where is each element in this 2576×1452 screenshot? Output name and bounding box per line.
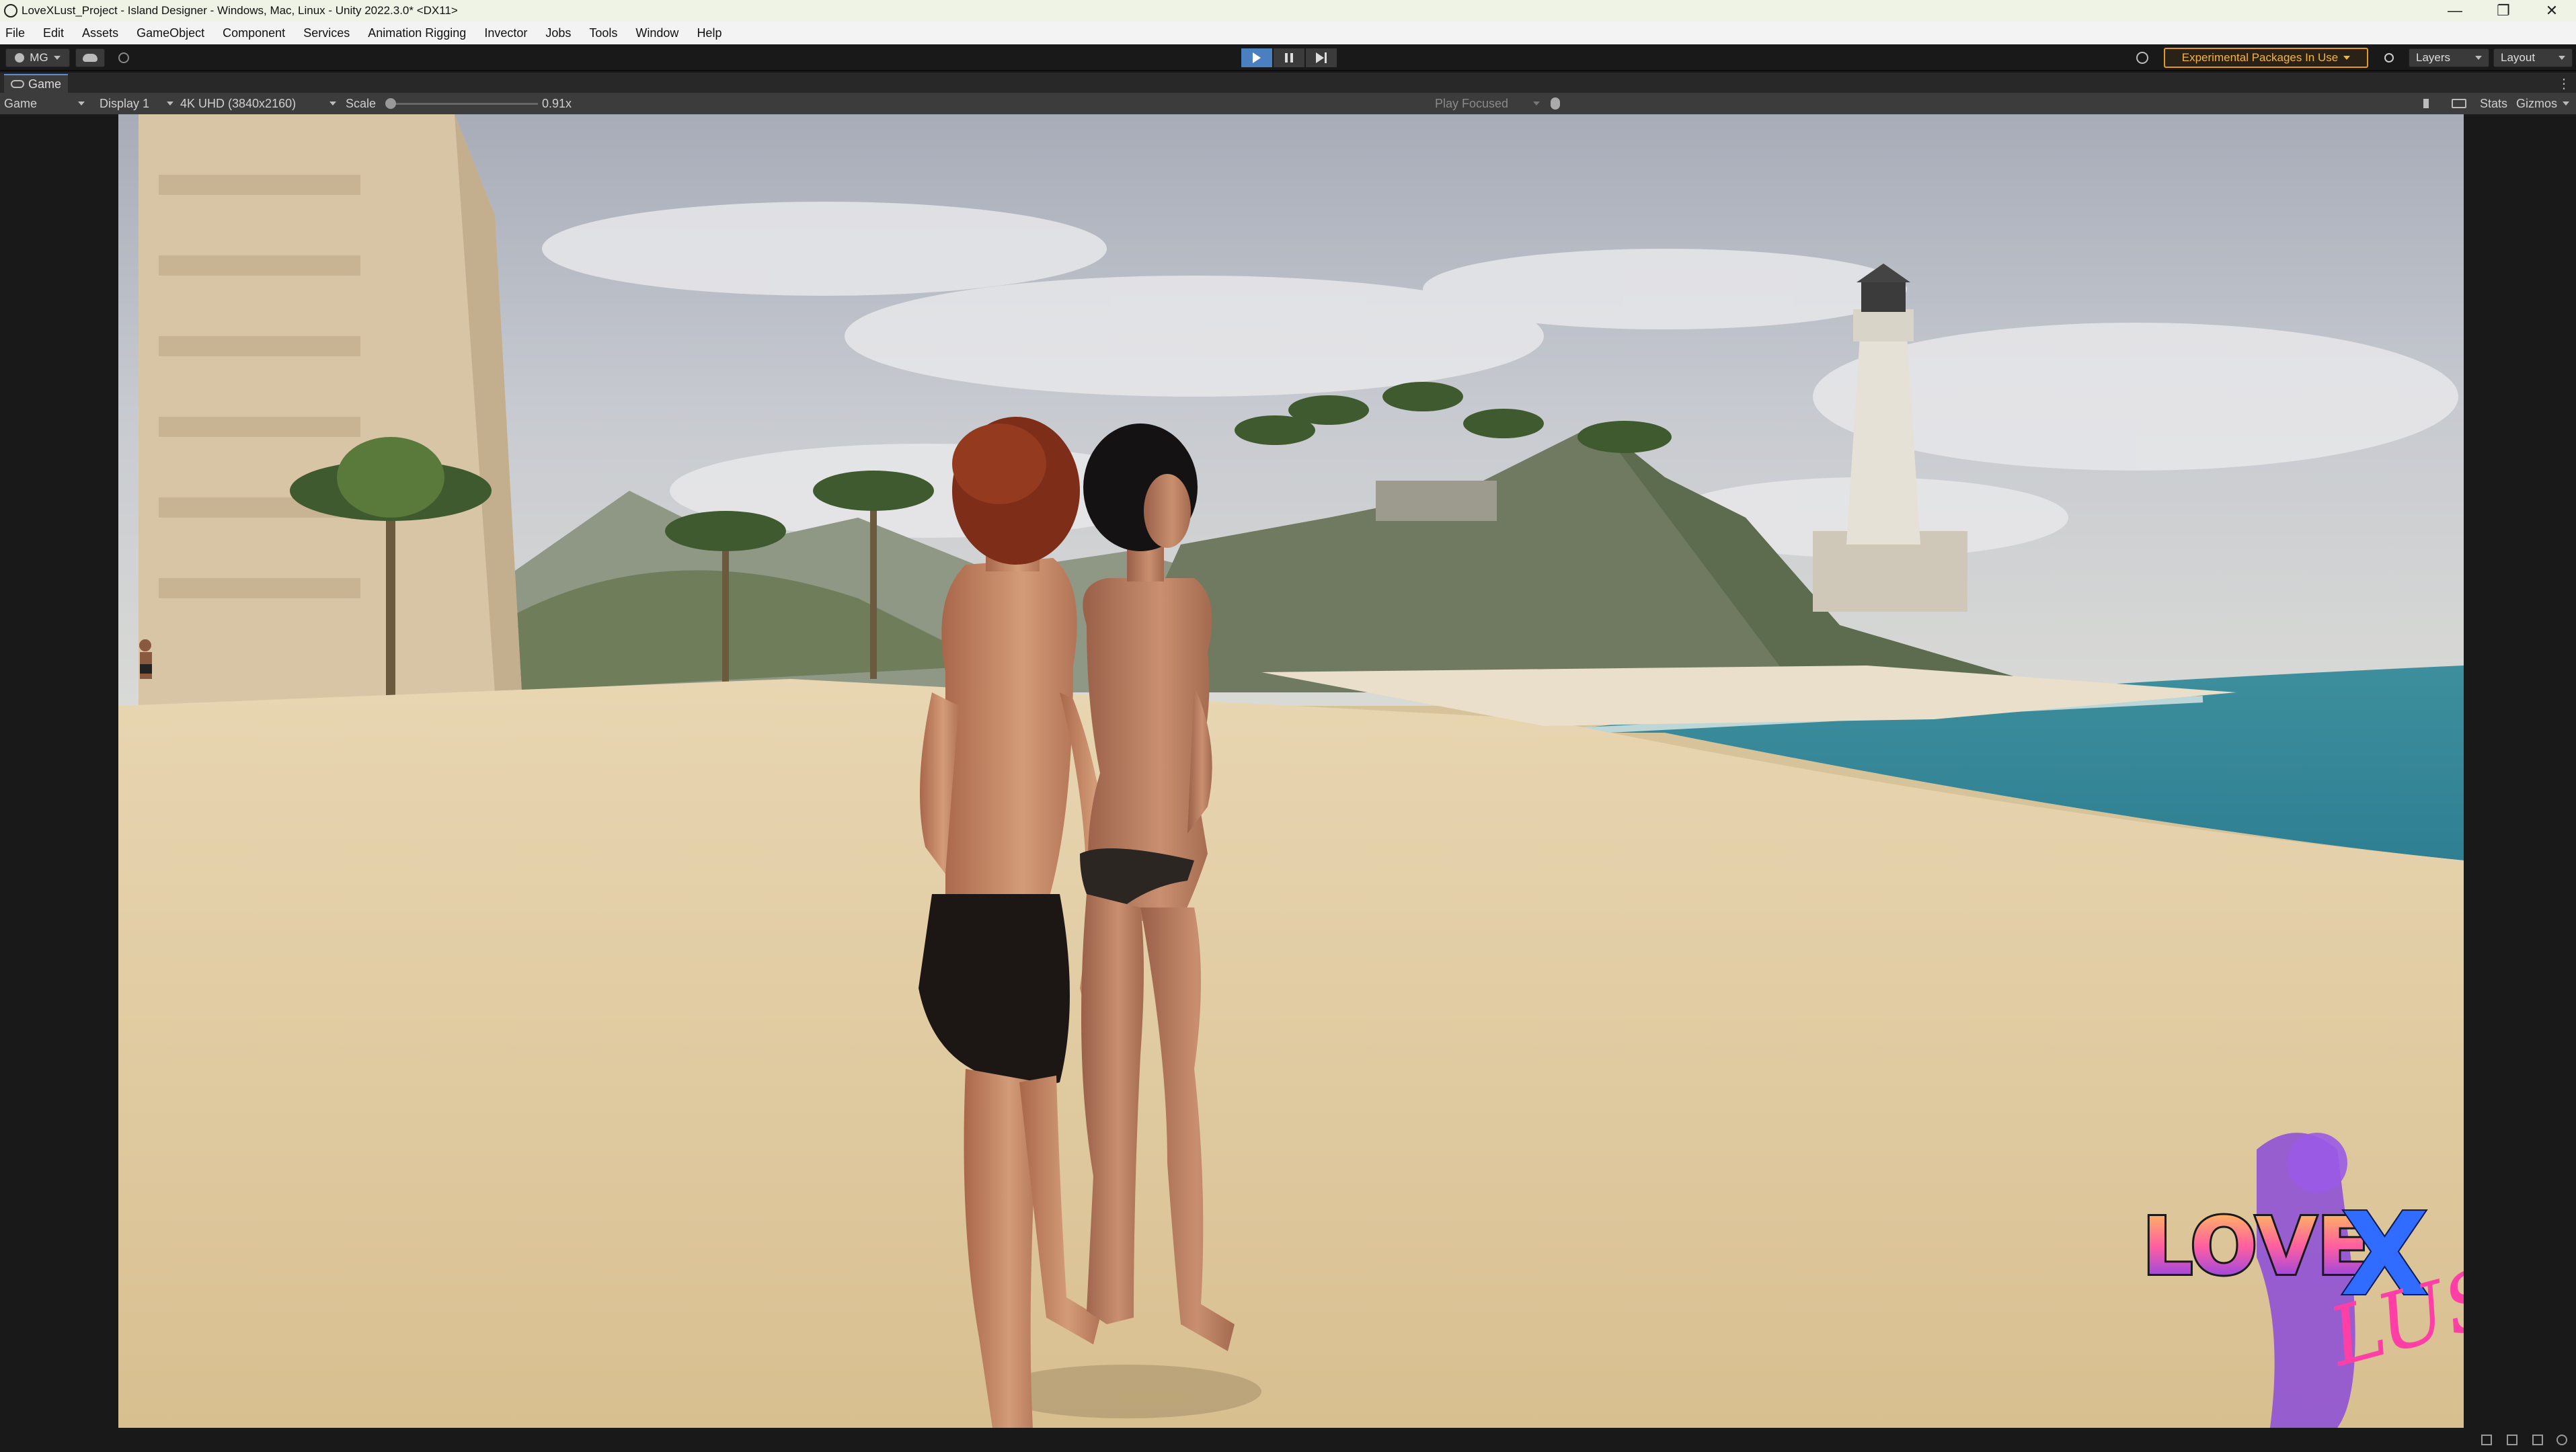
tab-game-label: Game <box>28 77 62 91</box>
gizmos-label: Gizmos <box>2516 96 2558 110</box>
game-mode-label: Game <box>4 96 38 110</box>
search-icon <box>2384 53 2394 63</box>
maximize-button[interactable]: ❐ <box>2479 0 2528 22</box>
status-icon-3[interactable] <box>2532 1435 2543 1445</box>
mute-button[interactable] <box>2423 93 2435 114</box>
menu-invector[interactable]: Invector <box>484 26 527 40</box>
layers-label: Layers <box>2416 51 2451 64</box>
hotel-building <box>139 114 522 719</box>
menu-component[interactable]: Component <box>223 26 285 40</box>
scale-slider-track[interactable] <box>389 103 538 105</box>
cloud-icon <box>83 54 97 62</box>
window-title: LoveXLust_Project - Island Designer - Wi… <box>22 4 458 17</box>
menu-edit[interactable]: Edit <box>43 26 64 40</box>
tab-row: Game ⋮ <box>0 73 2576 93</box>
menu-window[interactable]: Window <box>635 26 678 40</box>
menu-tools[interactable]: Tools <box>589 26 617 40</box>
chevron-down-icon <box>329 102 336 106</box>
scale-slider-handle[interactable] <box>385 98 396 109</box>
chevron-down-icon <box>1533 102 1540 106</box>
history-button[interactable] <box>2129 48 2156 67</box>
step-button[interactable] <box>1305 48 1337 68</box>
play-focused-label: Play Focused <box>1435 96 1509 110</box>
account-icon <box>15 53 25 63</box>
menu-file[interactable]: File <box>5 26 25 40</box>
collab-icon <box>118 52 129 63</box>
game-mode-dropdown[interactable]: Game <box>4 93 85 114</box>
status-icon-2[interactable] <box>2507 1435 2518 1445</box>
stats-button[interactable]: Stats <box>2480 93 2507 114</box>
display-label: Display 1 <box>100 96 150 110</box>
account-label: MG <box>30 51 48 64</box>
play-controls <box>1241 48 1337 68</box>
main-toolbar: MG Experimental Packages In Use Layers L… <box>0 44 2576 71</box>
gamepad-icon <box>11 80 24 88</box>
game-scene: LOVE X LUST <box>118 114 2464 1428</box>
scale-label: Scale <box>346 96 377 110</box>
pause-button[interactable] <box>1273 48 1305 68</box>
bug-button[interactable] <box>1551 93 1560 114</box>
game-viewport[interactable]: LOVE X LUST <box>118 114 2464 1428</box>
menu-bar: File Edit Assets GameObject Component Se… <box>0 22 2576 44</box>
play-focused-dropdown[interactable]: Play Focused <box>1435 93 1540 114</box>
status-icon-4[interactable] <box>2557 1435 2567 1445</box>
unity-editor: LoveXLust_Project - Island Designer - Wi… <box>0 0 2576 1452</box>
collab-button[interactable] <box>112 48 136 67</box>
close-button[interactable]: ✕ <box>2528 0 2576 22</box>
display-dropdown[interactable]: Display 1 <box>100 93 173 114</box>
play-button[interactable] <box>1241 48 1273 68</box>
speaker-icon <box>2423 99 2435 108</box>
layout-label: Layout <box>2501 51 2536 64</box>
resolution-label: 4K UHD (3840x2160) <box>180 96 297 110</box>
menu-gameobject[interactable]: GameObject <box>136 26 204 40</box>
resolution-dropdown[interactable]: 4K UHD (3840x2160) <box>180 93 336 114</box>
cloud-button[interactable] <box>75 48 105 67</box>
menu-help[interactable]: Help <box>697 26 721 40</box>
chevron-down-icon <box>167 102 173 106</box>
menu-services[interactable]: Services <box>303 26 350 40</box>
history-icon <box>2136 52 2148 64</box>
distant-person <box>139 639 152 679</box>
status-bar <box>0 1428 2576 1452</box>
window-title-bar: LoveXLust_Project - Island Designer - Wi… <box>0 0 2576 22</box>
layers-dropdown[interactable]: Layers <box>2409 48 2489 67</box>
play-icon <box>1253 52 1261 63</box>
bug-icon <box>1551 97 1560 110</box>
chevron-down-icon <box>78 102 85 106</box>
chevron-down-icon <box>2343 56 2351 60</box>
hilltop-building <box>1376 481 1497 521</box>
experimental-packages-badge[interactable]: Experimental Packages In Use <box>2164 48 2368 68</box>
minimize-button[interactable]: — <box>2431 0 2479 22</box>
chevron-down-icon <box>2563 102 2570 106</box>
experimental-packages-label: Experimental Packages In Use <box>2181 51 2339 64</box>
menu-assets[interactable]: Assets <box>82 26 118 40</box>
menu-jobs[interactable]: Jobs <box>545 26 571 40</box>
chevron-down-icon <box>2559 56 2565 60</box>
account-dropdown[interactable]: MG <box>5 48 70 67</box>
keyboard-icon <box>2452 99 2466 108</box>
scale-value: 0.91x <box>542 96 572 110</box>
layout-dropdown[interactable]: Layout <box>2493 48 2573 67</box>
tab-game[interactable]: Game <box>4 74 69 93</box>
character-shadow <box>992 1365 1261 1418</box>
step-icon <box>1316 52 1327 63</box>
status-icon-1[interactable] <box>2481 1435 2492 1445</box>
gizmos-dropdown[interactable]: Gizmos <box>2516 93 2570 114</box>
unity-logo-icon <box>4 4 17 17</box>
more-options-icon[interactable]: ⋮ <box>2557 75 2571 92</box>
menu-animation-rigging[interactable]: Animation Rigging <box>368 26 466 40</box>
game-view-bar: Game Display 1 4K UHD (3840x2160) Scale … <box>0 93 2576 114</box>
chevron-down-icon <box>2475 56 2482 60</box>
chevron-down-icon <box>53 56 61 60</box>
search-button[interactable] <box>2376 48 2402 67</box>
logo-text-love: LOVE <box>2142 1200 2371 1293</box>
shortcut-button[interactable] <box>2452 93 2466 114</box>
pause-icon <box>1285 53 1293 63</box>
